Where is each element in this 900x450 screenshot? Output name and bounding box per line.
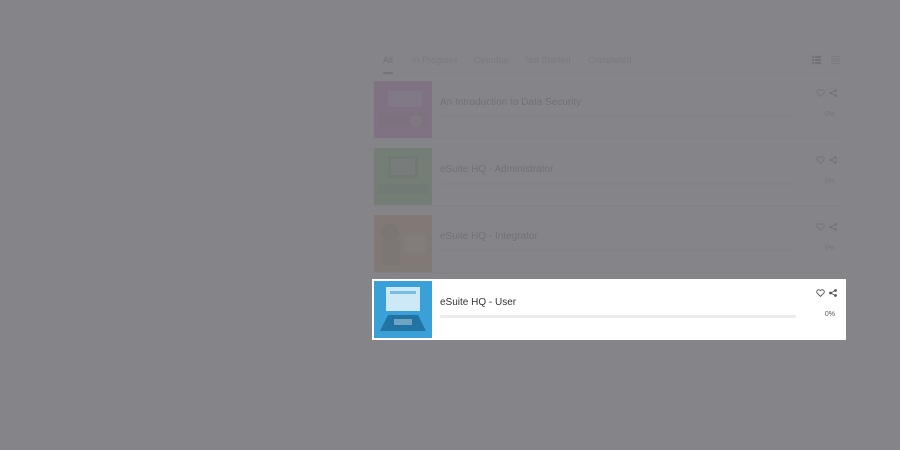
progress-bar xyxy=(440,182,796,185)
tab-all[interactable]: All xyxy=(383,48,394,74)
course-thumbnail xyxy=(374,215,432,272)
progress-percent: 0% xyxy=(824,111,835,118)
progress-percent: 0% xyxy=(824,311,835,318)
course-title: eSuite HQ - Integrator xyxy=(440,231,538,242)
tab-in-progress[interactable]: In Progress xyxy=(412,48,458,72)
heart-icon xyxy=(815,223,825,231)
share-icon xyxy=(829,156,837,164)
course-thumbnail xyxy=(374,81,432,138)
share-icon xyxy=(829,89,837,97)
heart-icon xyxy=(815,156,825,164)
course-thumbnail xyxy=(374,281,432,338)
list-view-icon xyxy=(811,56,821,64)
course-card[interactable]: eSuite HQ - Administrator 0% xyxy=(374,148,843,205)
progress-percent: 0% xyxy=(824,245,835,252)
tab-not-started[interactable]: Not Started xyxy=(525,48,571,72)
favorite-button[interactable] xyxy=(814,87,826,99)
share-icon xyxy=(829,289,837,297)
favorite-button[interactable] xyxy=(814,221,826,233)
course-card[interactable]: An Introduction to Data Security 0% xyxy=(374,81,843,138)
share-icon xyxy=(829,223,837,231)
course-thumbnail xyxy=(374,148,432,205)
course-card[interactable]: eSuite HQ - Integrator 0% xyxy=(374,215,843,272)
favorite-button[interactable] xyxy=(814,287,826,299)
compact-view-button[interactable] xyxy=(827,52,843,68)
course-image xyxy=(374,148,432,205)
course-image xyxy=(374,281,432,338)
list-view-button[interactable] xyxy=(808,52,824,68)
course-image xyxy=(374,81,432,138)
course-image xyxy=(374,215,432,272)
share-button[interactable] xyxy=(827,287,839,299)
heart-icon xyxy=(815,89,825,97)
tab-completed[interactable]: Completed xyxy=(588,48,632,72)
tab-overdue[interactable]: Overdue xyxy=(474,48,509,72)
share-button[interactable] xyxy=(827,154,839,166)
progress-bar xyxy=(440,249,796,252)
share-button[interactable] xyxy=(827,87,839,99)
share-button[interactable] xyxy=(827,221,839,233)
course-list-page: All In Progress Overdue Not Started Comp… xyxy=(0,0,900,450)
progress-percent: 0% xyxy=(824,178,835,185)
progress-bar xyxy=(440,315,796,318)
course-title: An Introduction to Data Security xyxy=(440,97,582,108)
favorite-button[interactable] xyxy=(814,154,826,166)
progress-bar xyxy=(440,115,796,118)
course-title: eSuite HQ - Administrator xyxy=(440,164,554,175)
course-title: eSuite HQ - User xyxy=(440,297,517,308)
heart-icon xyxy=(815,289,825,297)
filter-tabs: All In Progress Overdue Not Started Comp… xyxy=(374,48,846,75)
compact-list-icon xyxy=(830,56,840,64)
course-card-highlighted[interactable]: eSuite HQ - User 0% xyxy=(372,279,845,340)
